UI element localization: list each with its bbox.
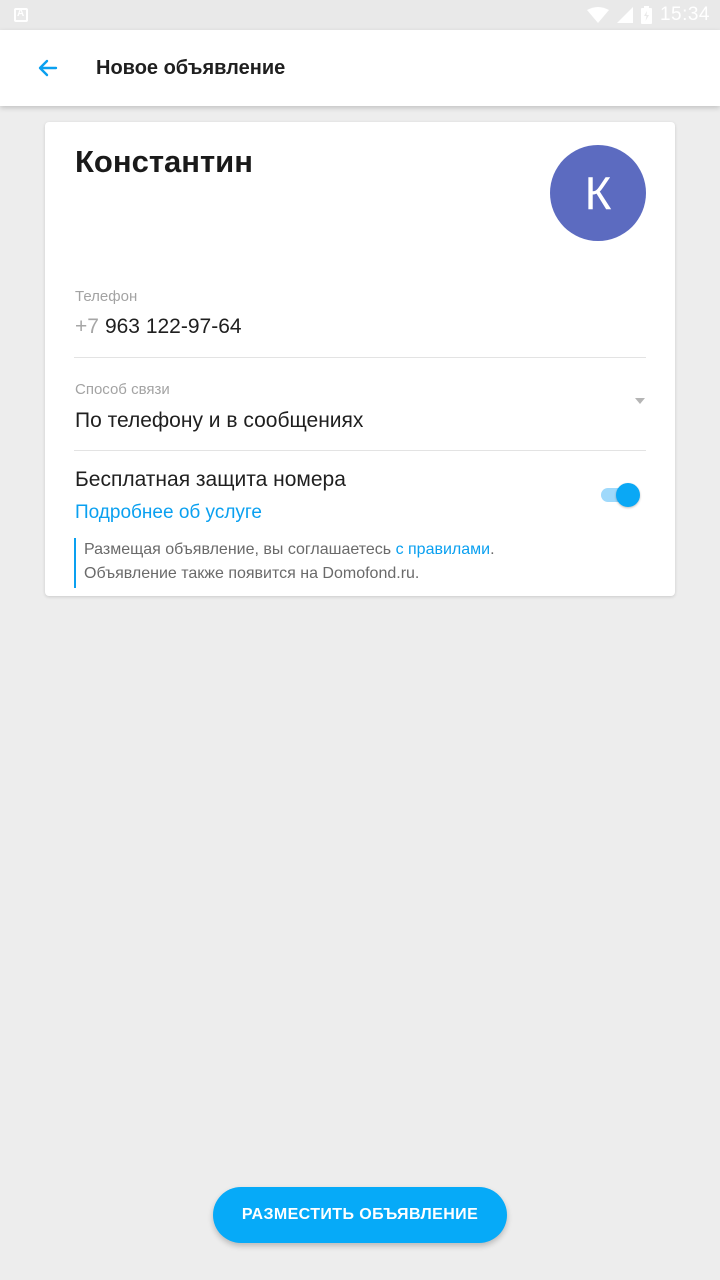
app-bar: Новое объявление (0, 30, 720, 106)
phone-number: 963 122-97-64 (104, 315, 242, 338)
page-title: Новое объявление (96, 56, 286, 79)
number-protection-toggle[interactable] (599, 480, 643, 510)
terms-period: . (490, 541, 495, 558)
divider (74, 450, 646, 451)
terms-notice: Размещая объявление, вы соглашаетесь с п… (74, 538, 644, 588)
avatar[interactable]: К (550, 145, 646, 241)
rules-link[interactable]: с правилами (396, 541, 491, 558)
dropdown-arrow-icon[interactable] (635, 398, 645, 404)
terms-text: Размещая объявление, вы соглашаетесь (84, 541, 396, 558)
divider (74, 357, 646, 358)
publish-listing-button[interactable]: РАЗМЕСТИТЬ ОБЪЯВЛЕНИЕ (213, 1187, 507, 1243)
status-bar: 15:34 (0, 0, 720, 30)
user-name: Константин (75, 144, 253, 179)
battery-icon (640, 6, 652, 24)
status-time: 15:34 (659, 4, 710, 25)
service-details-link[interactable]: Подробнее об услуге (75, 502, 262, 524)
wifi-icon (586, 7, 609, 23)
back-button[interactable] (18, 38, 78, 98)
contact-method-select[interactable]: По телефону и в сообщениях (75, 409, 363, 433)
app-notification-icon (14, 8, 28, 22)
listing-contact-card: Константин К Телефон +7 963 122-97-64 Спо… (45, 122, 675, 596)
phone-prefix: +7 (75, 315, 99, 338)
toggle-thumb (616, 483, 640, 507)
contact-method-label: Способ связи (75, 381, 170, 398)
terms-line-2: Объявление также появится на Domofond.ru… (84, 565, 420, 582)
terms-line-1: Размещая объявление, вы соглашаетесь с п… (84, 538, 644, 562)
phone-label: Телефон (75, 288, 138, 305)
signal-icon (616, 7, 633, 23)
arrow-left-icon (38, 59, 58, 77)
phone-field[interactable]: +7 963 122-97-64 (75, 315, 242, 339)
number-protection-title: Бесплатная защита номера (75, 468, 346, 491)
